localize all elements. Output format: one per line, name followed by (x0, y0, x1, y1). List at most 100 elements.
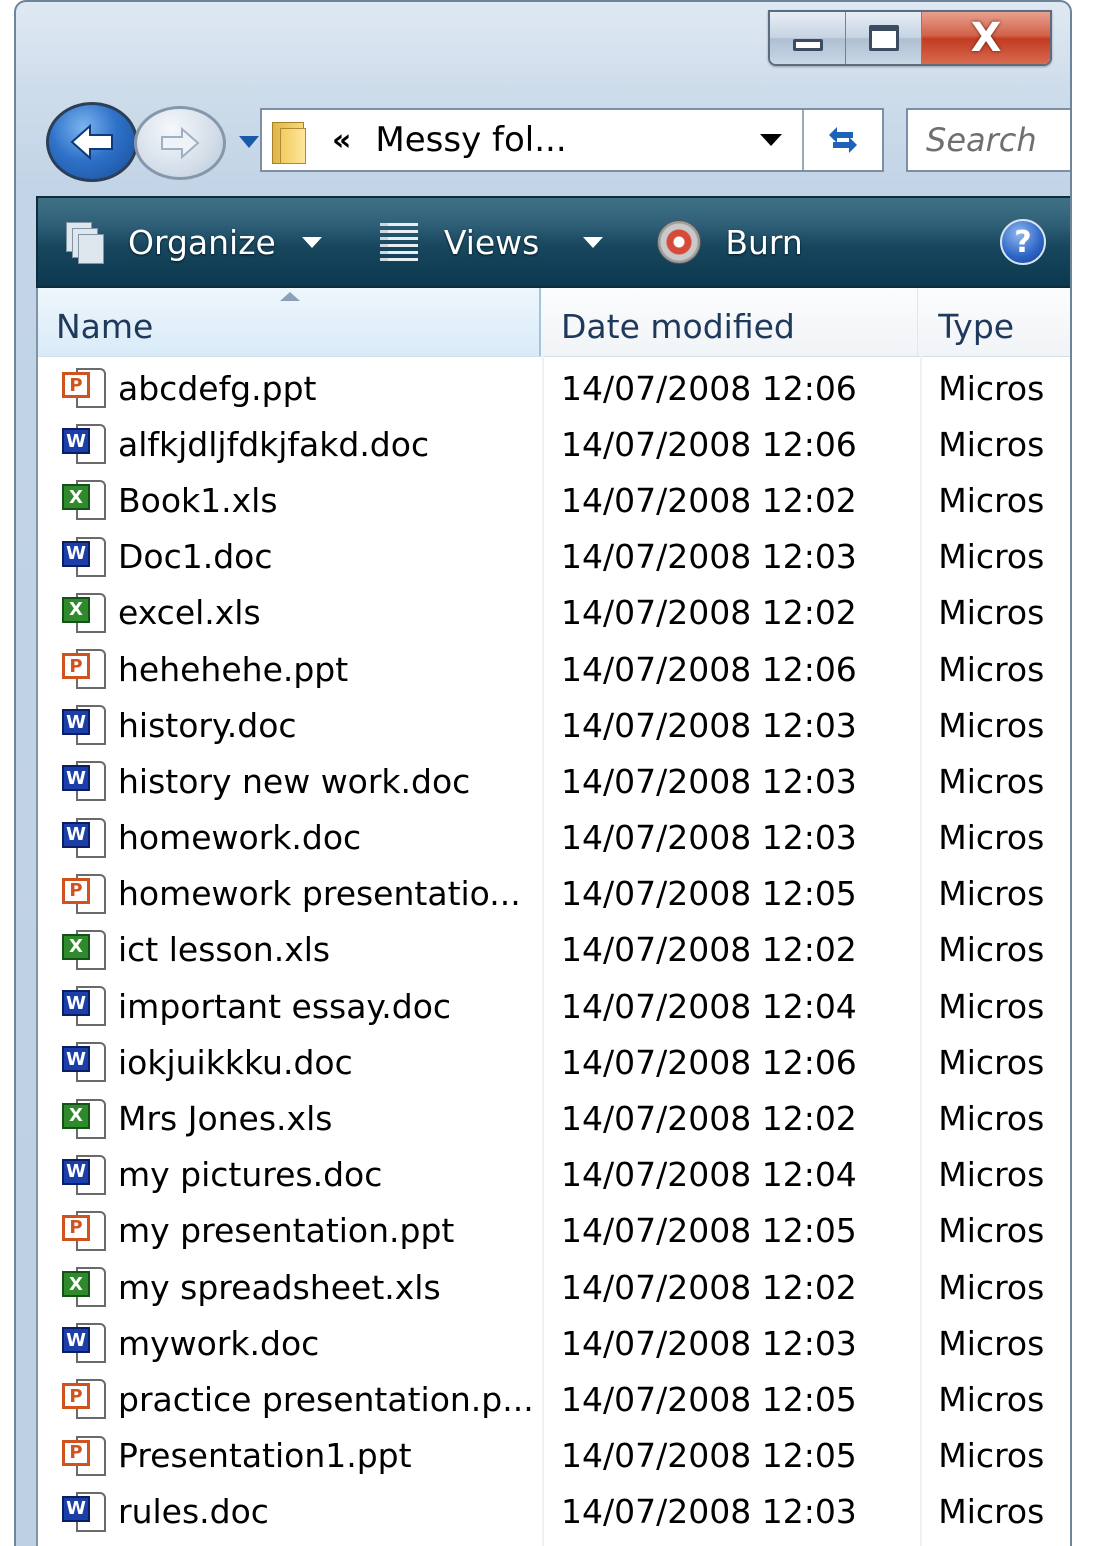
forward-button[interactable] (134, 106, 226, 180)
file-name-cell[interactable]: X Mrs Jones.xls (38, 1097, 541, 1141)
column-header-date-modified[interactable]: Date modified (541, 288, 919, 356)
powerpoint-file-icon: P (60, 647, 106, 691)
file-name-cell[interactable]: Xict lesson.xls (38, 928, 541, 972)
file-name[interactable]: abcdefg.ppt (118, 369, 316, 408)
address-dropdown[interactable] (740, 110, 804, 170)
file-name-cell[interactable]: Wimportant essay.doc (38, 984, 541, 1028)
file-name-cell[interactable]: Wmy pictures.doc (38, 1153, 541, 1197)
breadcrumb-current-folder[interactable]: Messy fol... (375, 120, 740, 160)
file-row[interactable]: Wmywork.doc 14/07/2008 12:03 Micros (38, 1315, 1070, 1371)
help-button[interactable]: ? (1000, 219, 1046, 265)
address-bar[interactable]: « Messy fol... (260, 108, 884, 172)
file-name[interactable]: practice presentation.p... (118, 1380, 534, 1419)
file-name-cell[interactable]: Whomework.doc (38, 816, 541, 860)
file-name[interactable]: history.doc (118, 706, 297, 745)
close-button[interactable]: X (922, 12, 1050, 64)
caption-buttons: X (768, 10, 1052, 66)
file-row[interactable]: Wrules.doc 14/07/2008 12:03 Micros (38, 1484, 1070, 1540)
file-name-cell[interactable]: Whistory new work.doc (38, 759, 541, 803)
file-name[interactable]: homework presentatio... (118, 874, 521, 913)
file-row[interactable]: Walfkjdljfdkjfakd.doc 14/07/2008 12:06 Mic… (38, 416, 1070, 472)
file-name-cell[interactable]: Pabcdefg.ppt (38, 366, 541, 410)
file-name[interactable]: alfkjdljfdkjfakd.doc (118, 425, 429, 464)
file-row[interactable]: Phehehehe.ppt 14/07/2008 12:06 Micros (38, 641, 1070, 697)
file-row[interactable]: Whistory new work.doc 14/07/2008 12:03 Mic… (38, 753, 1070, 809)
file-name-cell[interactable]: Phomework presentatio... (38, 872, 541, 916)
maximize-icon (868, 25, 899, 51)
help-icon: ? (1014, 224, 1032, 260)
views-button[interactable]: Views (322, 198, 604, 286)
file-name[interactable]: Presentation1.ppt (118, 1436, 412, 1475)
file-name[interactable]: ict lesson.xls (118, 930, 330, 969)
file-name[interactable]: my spreadsheet.xls (118, 1268, 441, 1307)
column-header-name[interactable]: Name (38, 288, 542, 356)
file-row[interactable]: Wimportant essay.doc 14/07/2008 12:04 Micr… (38, 978, 1070, 1034)
file-name[interactable]: Mrs Jones.xls (118, 1099, 332, 1138)
file-name-cell[interactable]: Xmy spreadsheet.xls (38, 1265, 541, 1309)
file-row[interactable]: Whomework.doc 14/07/2008 12:03 Micros (38, 810, 1070, 866)
refresh-icon (829, 127, 857, 153)
powerpoint-file-icon: P (60, 1209, 106, 1253)
maximize-button[interactable] (846, 12, 922, 64)
minimize-button[interactable] (770, 12, 846, 64)
file-name[interactable]: iokjuikkku.doc (118, 1043, 353, 1082)
file-name[interactable]: mywork.doc (118, 1324, 319, 1363)
file-name-cell[interactable]: Phehehehe.ppt (38, 647, 541, 691)
organize-button[interactable]: Organize (38, 198, 322, 286)
file-row[interactable]: X Book1.xls 14/07/2008 12:02 Micros (38, 472, 1070, 528)
file-name[interactable]: important essay.doc (118, 987, 451, 1026)
excel-file-icon: X (60, 1097, 106, 1141)
file-row[interactable]: Pabcdefg.ppt 14/07/2008 12:06 Micros (38, 360, 1070, 416)
file-name[interactable]: rules.doc (118, 1492, 269, 1531)
file-name-cell[interactable]: W Doc1.doc (38, 535, 541, 579)
column-header-type[interactable]: Type (918, 288, 1070, 356)
word-file-icon: W (60, 535, 106, 579)
file-name-cell[interactable]: Ppractice presentation.p... (38, 1377, 541, 1421)
file-name-cell[interactable]: Pmy presentation.ppt (38, 1209, 541, 1253)
search-box[interactable] (906, 108, 1070, 172)
file-name[interactable]: my presentation.ppt (118, 1211, 454, 1250)
file-name-cell[interactable]: X Book1.xls (38, 478, 541, 522)
file-name[interactable]: Doc1.doc (118, 537, 273, 576)
file-date-modified: 14/07/2008 12:03 (561, 705, 857, 745)
burn-button[interactable]: Burn (603, 198, 803, 286)
file-type: Micros (938, 1267, 1045, 1307)
arrow-right-icon (161, 126, 200, 160)
file-name-cell[interactable]: Walfkjdljfdkjfakd.doc (38, 422, 541, 466)
file-name-cell[interactable]: Xexcel.xls (38, 591, 541, 635)
back-button[interactable] (46, 102, 138, 182)
breadcrumb-overflow[interactable]: « (332, 123, 351, 158)
file-type: Micros (938, 1323, 1045, 1363)
file-name[interactable]: my pictures.doc (118, 1155, 382, 1194)
refresh-button[interactable] (804, 110, 882, 170)
file-name-cell[interactable]: Wiokjuikkku.doc (38, 1040, 541, 1084)
file-type: Micros (938, 1211, 1045, 1251)
file-type: Micros (938, 1099, 1045, 1139)
file-row[interactable]: W Doc1.doc 14/07/2008 12:03 Micros (38, 529, 1070, 585)
file-date-modified: 14/07/2008 12:05 (561, 1436, 857, 1476)
excel-file-icon: X (60, 928, 106, 972)
file-row[interactable]: X Mrs Jones.xls 14/07/2008 12:02 Micros (38, 1090, 1070, 1146)
file-row[interactable]: Ppractice presentation.p... 14/07/2008 12… (38, 1371, 1070, 1427)
file-row[interactable]: Pmy presentation.ppt 14/07/2008 12:05 Micr… (38, 1203, 1070, 1259)
file-row[interactable]: Phomework presentatio... 14/07/2008 12:05… (38, 866, 1070, 922)
file-name[interactable]: hehehehe.ppt (118, 650, 348, 689)
file-row[interactable]: Xmy spreadsheet.xls 14/07/2008 12:02 Micro… (38, 1259, 1070, 1315)
file-name[interactable]: history new work.doc (118, 762, 470, 801)
file-name-cell[interactable]: P Presentation1.ppt (38, 1434, 541, 1478)
file-name[interactable]: excel.xls (118, 593, 261, 632)
file-type: Micros (938, 1155, 1045, 1195)
file-row[interactable]: P Presentation1.ppt 14/07/2008 12:05 Micros (38, 1428, 1070, 1484)
file-name[interactable]: homework.doc (118, 818, 361, 857)
file-name[interactable]: Book1.xls (118, 481, 278, 520)
file-name-cell[interactable]: Whistory.doc (38, 703, 541, 747)
file-type: Micros (938, 649, 1045, 689)
file-row[interactable]: Whistory.doc 14/07/2008 12:03 Micros (38, 697, 1070, 753)
search-input[interactable] (924, 120, 1070, 160)
file-row[interactable]: Xict lesson.xls 14/07/2008 12:02 Micros (38, 922, 1070, 978)
file-row[interactable]: Wiokjuikkku.doc 14/07/2008 12:06 Micros (38, 1034, 1070, 1090)
file-row[interactable]: Wmy pictures.doc 14/07/2008 12:04 Micros (38, 1147, 1070, 1203)
file-name-cell[interactable]: Wrules.doc (38, 1490, 541, 1534)
file-name-cell[interactable]: Wmywork.doc (38, 1321, 541, 1365)
file-row[interactable]: Xexcel.xls 14/07/2008 12:02 Micros (38, 585, 1070, 641)
